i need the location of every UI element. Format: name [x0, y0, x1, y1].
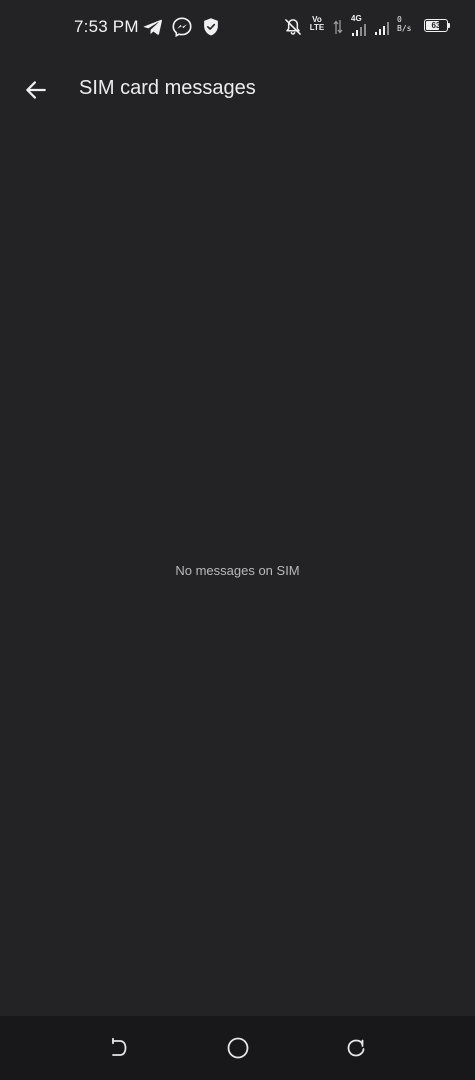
signal-icon	[351, 23, 373, 37]
signal-sim2-icon	[374, 20, 394, 36]
app-bar: SIM card messages	[0, 54, 475, 126]
messages-list: No messages on SIM	[0, 126, 475, 1016]
network-speed-value: 0	[397, 15, 402, 24]
back-nav-icon	[107, 1037, 129, 1059]
nav-home-button[interactable]	[224, 1034, 252, 1062]
network-speed-unit: B/s	[397, 24, 412, 33]
volte-indicator: Vo LTE	[308, 16, 326, 32]
network-speed: 0 B/s	[397, 15, 413, 33]
network-type-label: 4G	[351, 14, 362, 23]
arrow-left-icon	[23, 77, 49, 103]
navigation-bar	[0, 1016, 475, 1080]
status-time: 7:53 PM	[74, 17, 139, 36]
telegram-icon	[142, 16, 164, 38]
back-button[interactable]	[16, 70, 56, 110]
page-title: SIM card messages	[79, 77, 256, 99]
shield-icon	[200, 16, 222, 38]
volte-bottom-label: LTE	[309, 23, 325, 32]
nav-back-button[interactable]	[104, 1034, 132, 1062]
bell-off-icon	[283, 17, 303, 37]
recents-nav-icon	[345, 1037, 367, 1059]
battery-tip	[448, 23, 450, 28]
empty-state-message: No messages on SIM	[175, 563, 300, 578]
home-nav-icon	[226, 1036, 250, 1060]
nav-recents-button[interactable]	[342, 1034, 370, 1062]
messenger-icon	[171, 16, 193, 38]
battery-indicator: 63	[424, 19, 451, 34]
data-arrows-icon	[333, 19, 343, 35]
status-bar: 7:53 PM Vo LTE 4G 0 B/s 63	[0, 0, 475, 54]
battery-level: 63	[431, 21, 441, 30]
